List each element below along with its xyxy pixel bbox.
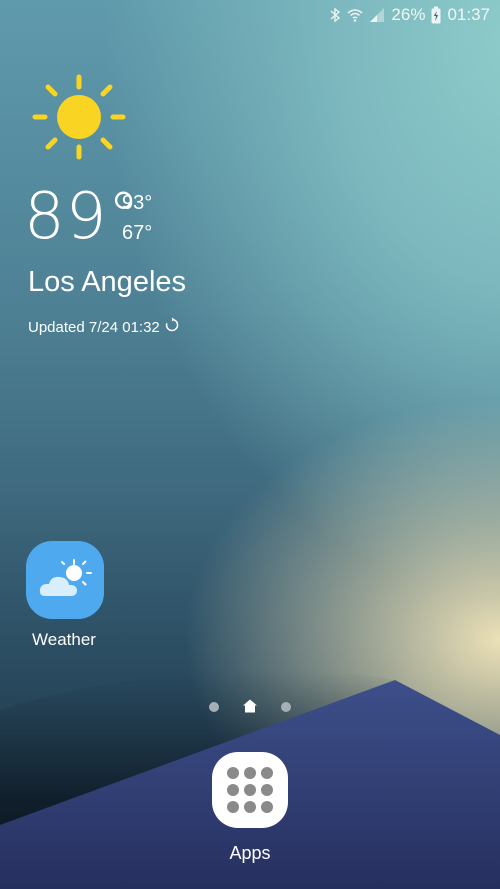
partly-cloudy-icon <box>39 559 92 596</box>
app-grid-dot <box>244 784 256 796</box>
weather-app-label[interactable]: Weather <box>0 630 128 650</box>
updated-time: Updated 7/24 01:32 <box>28 318 160 336</box>
app-grid-dot <box>261 767 273 779</box>
city-name: Los Angeles <box>28 266 187 298</box>
app-grid-dot <box>244 801 256 813</box>
status-bar: 26% 01:37 <box>0 0 500 30</box>
sun-icon <box>32 74 126 160</box>
updated-row: Updated 7/24 01:32 <box>28 317 180 337</box>
high-temperature: 93° <box>122 192 153 214</box>
weather-app-icon[interactable] <box>26 541 104 619</box>
apps-button[interactable] <box>212 752 288 828</box>
refresh-icon[interactable] <box>164 317 180 337</box>
page-dot-3[interactable] <box>281 702 291 712</box>
app-grid-dot <box>227 784 239 796</box>
wifi-icon <box>347 7 363 23</box>
app-grid-dot <box>227 801 239 813</box>
low-temperature: 67° <box>122 222 153 244</box>
app-grid-dot <box>244 767 256 779</box>
app-grid-dot <box>261 784 273 796</box>
battery-charging-icon <box>431 6 441 24</box>
battery-percent: 26% <box>391 5 426 24</box>
signal-icon <box>369 7 385 23</box>
app-grid-dot <box>227 767 239 779</box>
clock: 01:37 <box>447 5 490 24</box>
apps-label[interactable]: Apps <box>200 843 300 864</box>
bluetooth-icon <box>329 7 341 23</box>
home-page-icon[interactable] <box>242 699 258 718</box>
app-grid-dot <box>261 801 273 813</box>
page-dot-1[interactable] <box>209 702 219 712</box>
page-indicator <box>0 699 500 715</box>
